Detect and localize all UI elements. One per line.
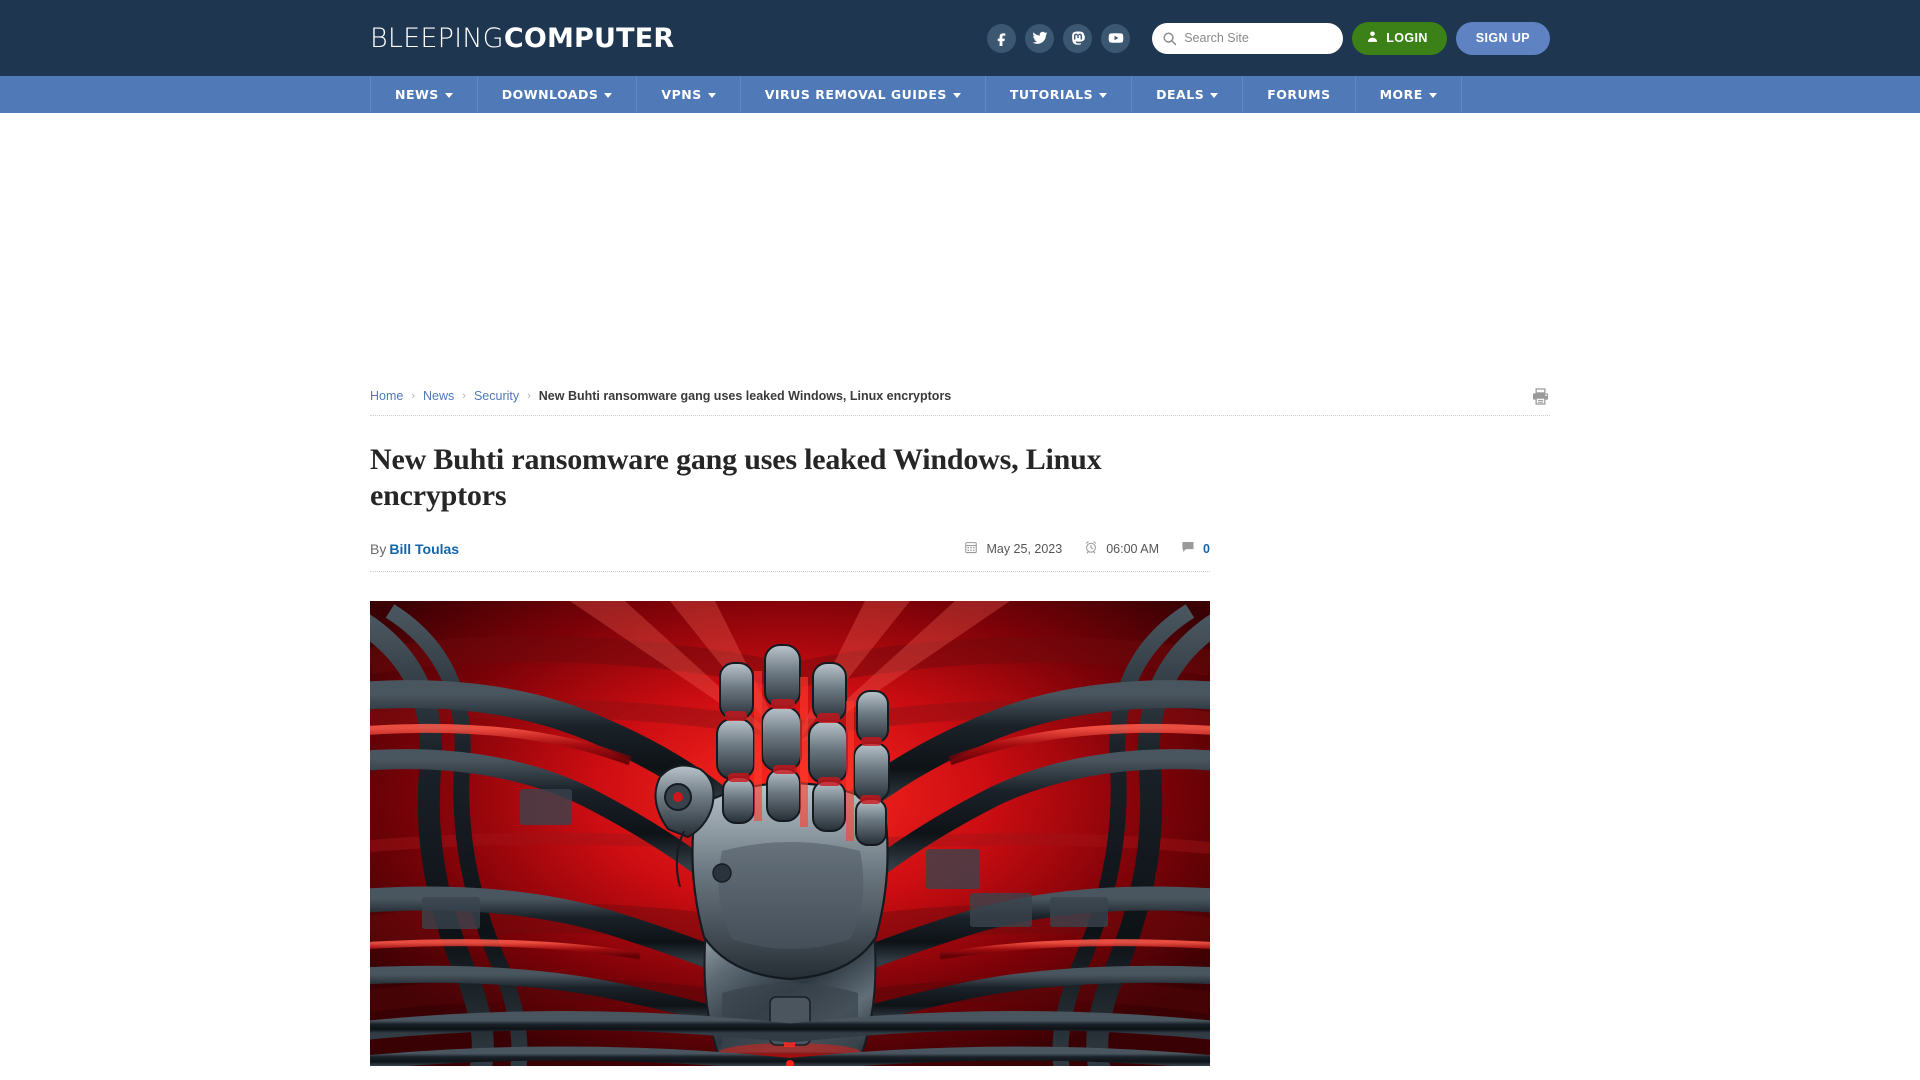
- user-icon: [1366, 30, 1379, 46]
- breadcrumb-item-security[interactable]: Security: [474, 389, 519, 403]
- nav-item-label: TUTORIALS: [1009, 87, 1094, 102]
- nav-item-label: NEWS: [395, 87, 439, 102]
- article: New Buhti ransomware gang uses leaked Wi…: [370, 416, 1210, 1066]
- comment-count[interactable]: 0: [1181, 540, 1210, 557]
- youtube-icon[interactable]: [1101, 23, 1131, 53]
- article-hero-image: [370, 601, 1210, 1066]
- nav-item-label: DEALS: [1156, 87, 1205, 102]
- nav-item-label: VPNS: [661, 87, 702, 102]
- comment-count-value: 0: [1203, 541, 1210, 556]
- facebook-icon[interactable]: [987, 23, 1017, 53]
- header-inner: BLEEPING COMPUTER Search Site LOGIN SIGN…: [370, 0, 1550, 76]
- breadcrumb-item-news[interactable]: News: [423, 389, 454, 403]
- nav-item-news[interactable]: NEWS: [370, 76, 477, 113]
- login-button[interactable]: LOGIN: [1352, 21, 1447, 55]
- nav-item-more[interactable]: MORE: [1354, 76, 1462, 113]
- printer-icon[interactable]: [1531, 387, 1550, 406]
- main-navigation: NEWS DOWNLOADS VPNS VIRUS REMOVAL GUIDES TUT…: [0, 76, 1920, 113]
- search-box[interactable]: [1152, 22, 1344, 54]
- breadcrumb-row: Home › News › Security › New Buhti ransomware …: [370, 379, 1550, 416]
- advertisement-slot: [0, 113, 1920, 379]
- breadcrumb-separator: ›: [462, 390, 466, 402]
- breadcrumb-separator: ›: [527, 390, 531, 402]
- nav-item-forums[interactable]: FORUMS: [1242, 76, 1354, 113]
- logo-text-bold: COMPUTER: [503, 22, 675, 54]
- nav-items-container: NEWS DOWNLOADS VPNS VIRUS REMOVAL GUIDES TUT…: [370, 76, 1550, 113]
- logo-text-light: BLEEPING: [370, 22, 504, 54]
- chevron-down-icon: [1099, 93, 1108, 98]
- twitter-icon[interactable]: [1025, 23, 1055, 53]
- search-input[interactable]: [1184, 31, 1334, 45]
- signup-button[interactable]: SIGN UP: [1455, 21, 1550, 55]
- by-prefix: By: [370, 540, 387, 557]
- header-actions: LOGIN SIGN UP: [987, 21, 1550, 55]
- login-button-label: LOGIN: [1386, 31, 1428, 45]
- comment-icon: [1181, 540, 1195, 557]
- chevron-down-icon: [444, 93, 453, 98]
- page-title: New Buhti ransomware gang uses leaked Wi…: [370, 443, 1102, 512]
- alarm-clock-icon: [1084, 540, 1098, 557]
- chevron-down-icon: [1428, 93, 1437, 98]
- author-link[interactable]: Bill Toulas: [389, 541, 459, 557]
- chevron-down-icon: [1210, 93, 1219, 98]
- nav-item-deals[interactable]: DEALS: [1131, 76, 1242, 113]
- nav-item-virus-removal-guides[interactable]: VIRUS REMOVAL GUIDES: [739, 76, 985, 113]
- publish-date-text: May 25, 2023: [986, 541, 1063, 556]
- chevron-down-icon: [707, 93, 716, 98]
- content-wrapper: Home › News › Security › New Buhti ransomware …: [370, 379, 1550, 1066]
- nav-item-downloads[interactable]: DOWNLOADS: [476, 76, 637, 113]
- nav-item-label: FORUMS: [1267, 87, 1331, 102]
- chevron-down-icon: [952, 93, 961, 98]
- breadcrumb-separator: ›: [411, 390, 416, 402]
- breadcrumb-item-current: New Buhti ransomware gang uses leaked Wi…: [538, 389, 952, 403]
- calendar-icon: [964, 540, 978, 557]
- chevron-down-icon: [604, 93, 613, 98]
- search-icon: [1162, 31, 1177, 46]
- byline: By Bill Toulas: [370, 541, 459, 557]
- article-meta: May 25, 2023 06:00 AM 0: [964, 540, 1210, 557]
- site-header: BLEEPING COMPUTER Search Site LOGIN SIGN…: [0, 0, 1920, 76]
- nav-item-label: DOWNLOADS: [501, 87, 599, 102]
- publish-date: May 25, 2023: [964, 540, 1062, 557]
- publish-time: 06:00 AM: [1084, 540, 1159, 557]
- publish-time-text: 06:00 AM: [1106, 541, 1160, 556]
- breadcrumb: Home › News › Security › New Buhti ransomware …: [370, 389, 951, 403]
- nav-item-tutorials[interactable]: TUTORIALS: [984, 76, 1131, 113]
- breadcrumb-item-home[interactable]: Home: [370, 389, 403, 403]
- nav-item-label: MORE: [1379, 87, 1423, 102]
- mastodon-icon[interactable]: [1063, 23, 1093, 53]
- byline-row: By Bill Toulas May 25, 2023 06:00 AM 0: [370, 540, 1210, 572]
- site-logo[interactable]: BLEEPING COMPUTER: [370, 23, 674, 54]
- nav-item-label: VIRUS REMOVAL GUIDES: [764, 87, 947, 102]
- signup-button-label: SIGN UP: [1475, 31, 1530, 45]
- social-links: [987, 23, 1131, 53]
- nav-item-vpns[interactable]: VPNS: [636, 76, 739, 113]
